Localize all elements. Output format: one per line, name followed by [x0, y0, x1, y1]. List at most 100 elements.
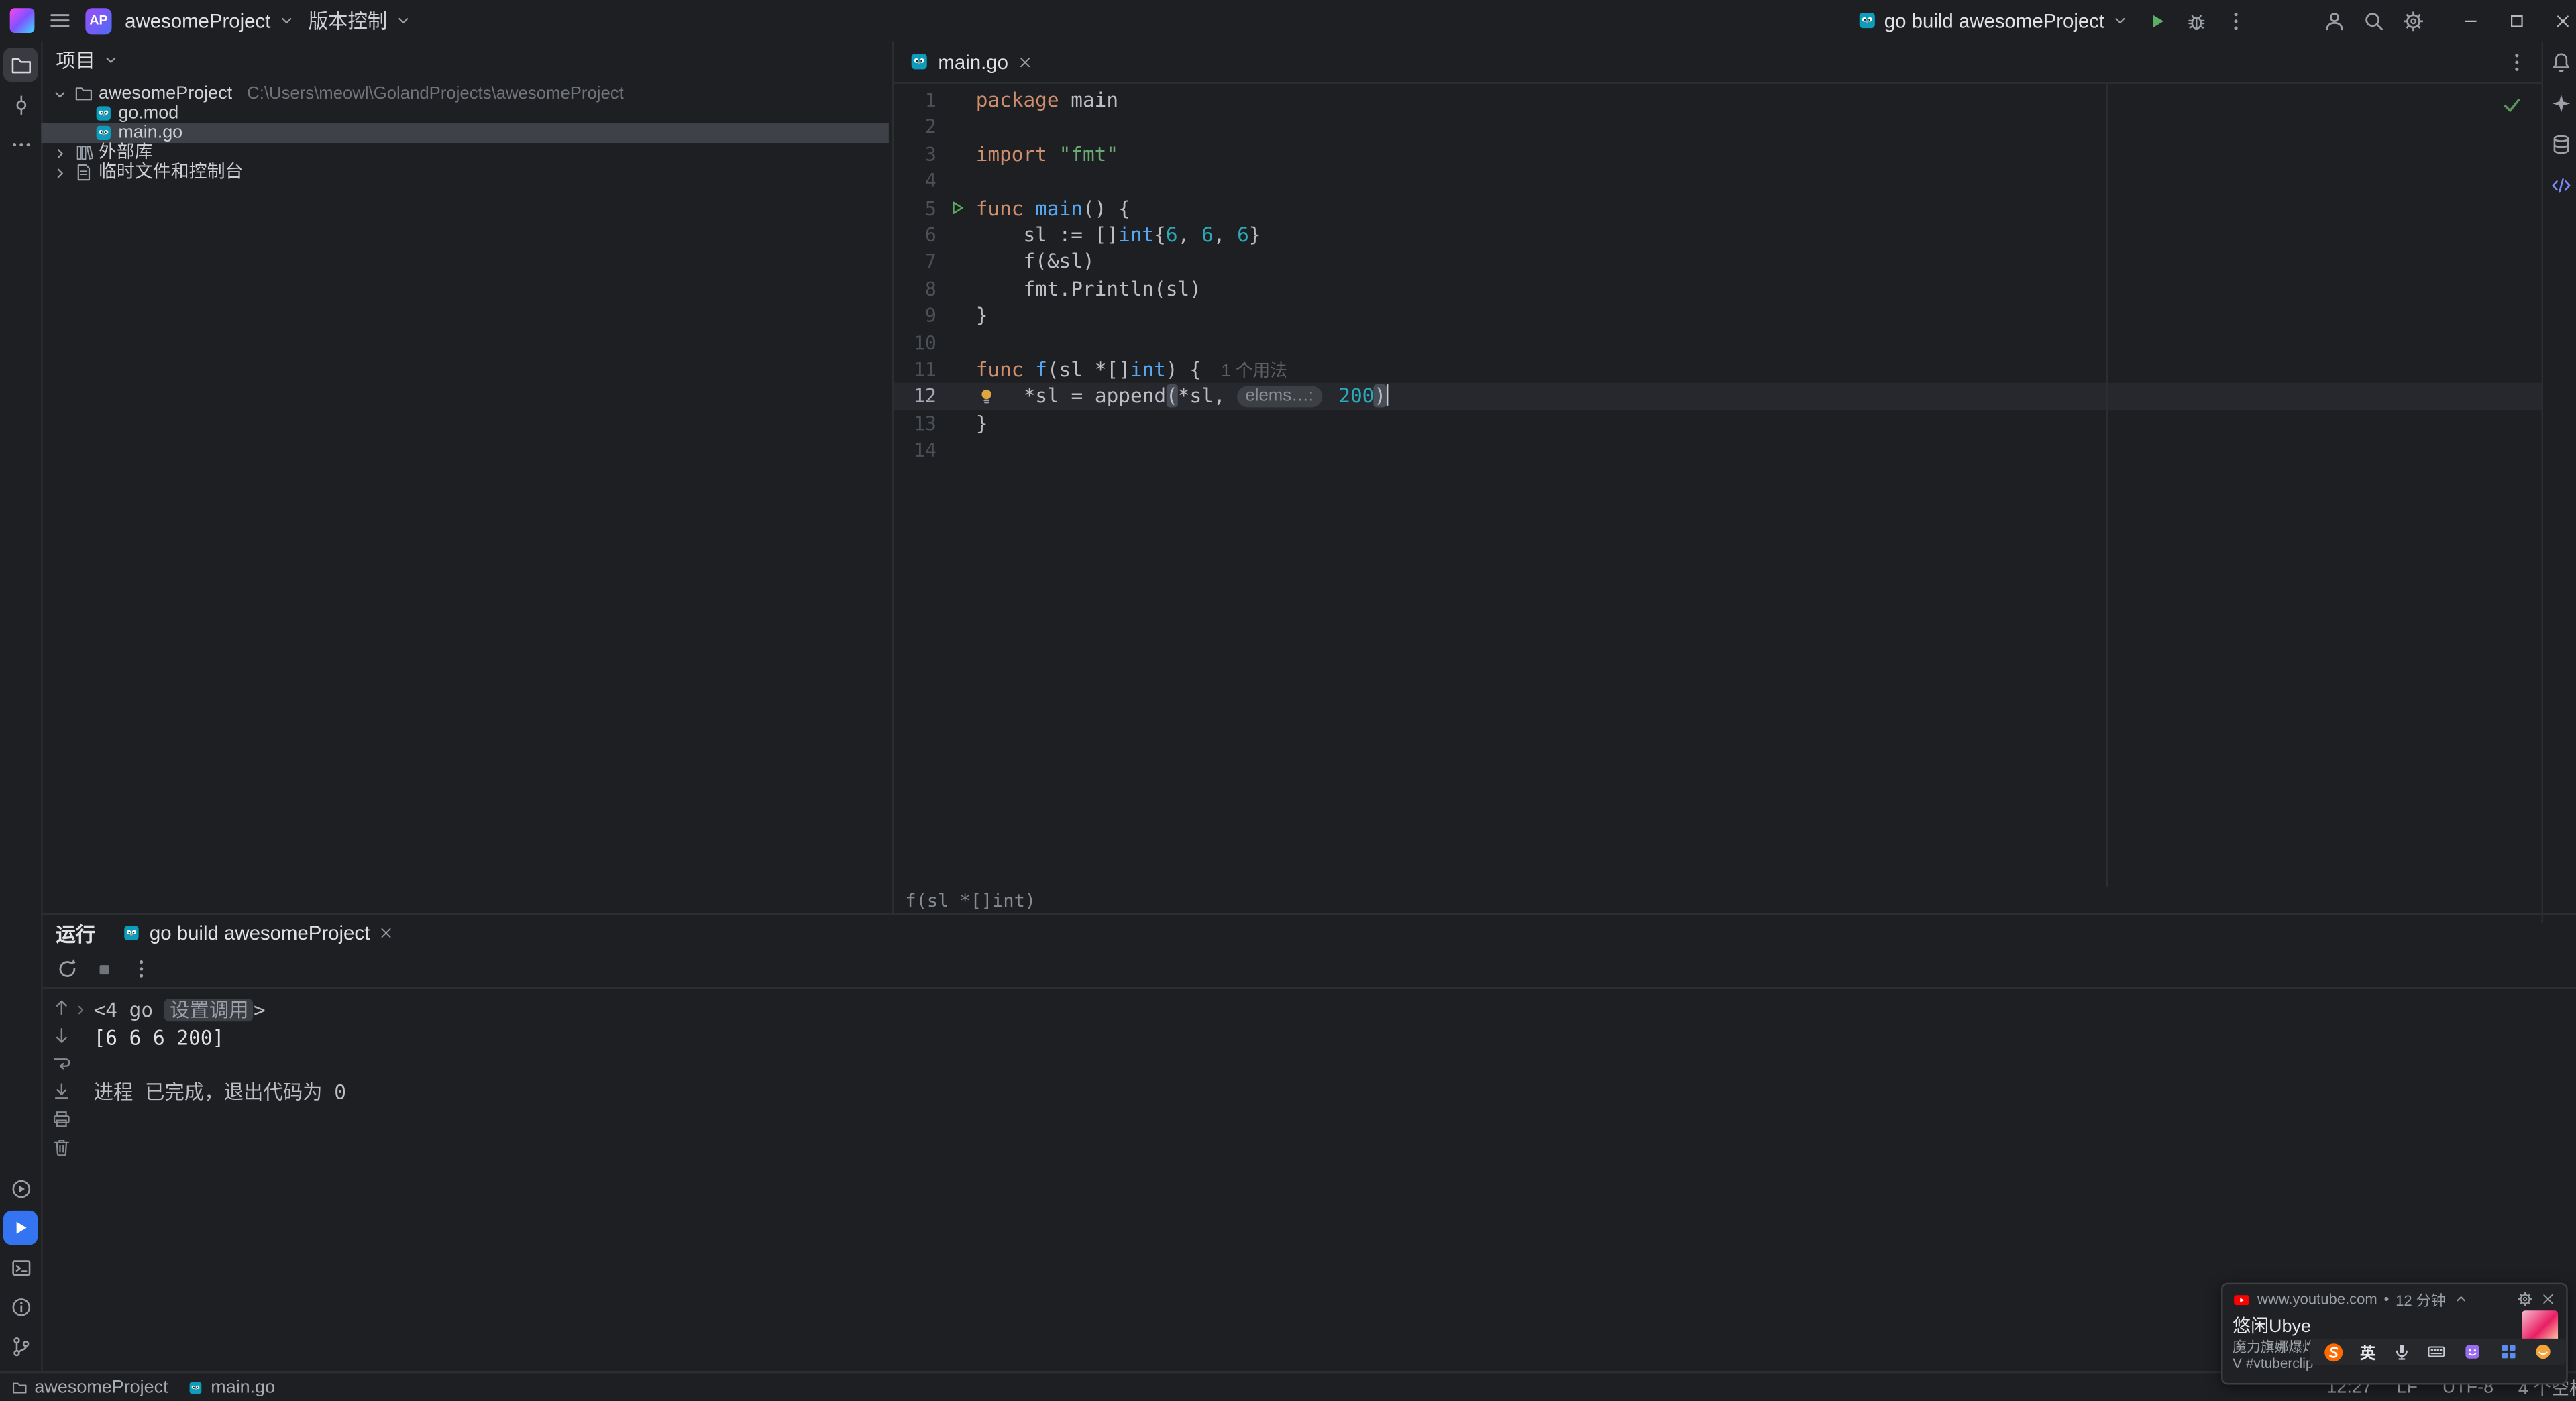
status-file-widget[interactable]: main.go [188, 1377, 275, 1397]
run-tab-close-icon[interactable] [378, 925, 394, 941]
notifications-bell-icon[interactable] [2549, 51, 2572, 74]
line-number[interactable]: 1 [894, 87, 936, 114]
tab-options-icon[interactable] [2506, 50, 2528, 73]
console-fold-icon[interactable] [72, 1002, 89, 1018]
arrow-up-icon[interactable] [51, 997, 72, 1019]
debug-button[interactable] [2185, 9, 2208, 32]
project-tree-item[interactable]: 临时文件和控制台 [41, 162, 889, 182]
arrow-down-icon[interactable] [51, 1025, 72, 1046]
line-number[interactable]: 13 [894, 410, 936, 437]
more-actions-button[interactable] [2224, 9, 2247, 32]
inspections-ok-icon[interactable] [2500, 94, 2523, 117]
code-line[interactable]: 2 [894, 114, 2543, 141]
line-number[interactable]: 9 [894, 302, 936, 329]
code-line[interactable]: 6 sl := []int{6, 6, 6} [894, 221, 2543, 248]
user-button[interactable] [2323, 9, 2346, 32]
services-tool-button[interactable] [3, 1171, 38, 1205]
run-config-selector[interactable]: go build awesomeProject [1856, 9, 2129, 32]
code-editor[interactable]: 1 package main 2 3 import "fmt" 4 5 func main()… [894, 83, 2544, 887]
maximize-button[interactable] [2494, 0, 2540, 41]
notification-close-icon[interactable] [2540, 1291, 2556, 1307]
run-line-icon[interactable] [947, 199, 965, 217]
vcs-menu[interactable]: 版本控制 [309, 0, 412, 41]
project-tree-item[interactable]: awesomeProject C:\Users\meowl\GolandProje… [41, 84, 889, 103]
code-line[interactable]: 13} [894, 410, 2543, 437]
keyboard-icon[interactable] [2427, 1342, 2447, 1361]
line-number[interactable]: 5 [894, 194, 936, 221]
close-button[interactable] [2540, 0, 2576, 41]
console-fold-chip[interactable]: 设置调用 [164, 998, 254, 1022]
run-tool-button[interactable] [3, 1210, 38, 1245]
console-line: <4 go 设置调用 > [94, 997, 2576, 1024]
emoji-icon[interactable] [2463, 1342, 2482, 1361]
tab-close-icon[interactable] [1016, 54, 1032, 70]
code-line[interactable]: 5 func main() { [894, 194, 2543, 221]
status-project-widget[interactable]: awesomeProject [11, 1377, 168, 1397]
line-number[interactable]: 8 [894, 276, 936, 302]
commit-tool-button[interactable] [3, 87, 38, 121]
main-menu-icon[interactable] [48, 8, 72, 33]
code-line[interactable]: 4 [894, 168, 2543, 194]
clear-console-icon[interactable] [51, 1137, 72, 1158]
project-avatar-label: AP [89, 13, 108, 28]
line-number[interactable]: 3 [894, 141, 936, 168]
line-number[interactable]: 6 [894, 221, 936, 248]
code-line[interactable]: 12 *sl = append(*sl, elems…: 200) [894, 383, 2544, 410]
code-line[interactable]: 14 [894, 437, 2543, 464]
code-line[interactable]: 10 [894, 329, 2543, 356]
project-tree-item[interactable]: go.mod [41, 103, 889, 123]
skin-icon[interactable] [2534, 1342, 2553, 1361]
code-line[interactable]: 7 f(&sl) [894, 249, 2543, 276]
run-button[interactable] [2145, 9, 2168, 32]
project-tree-item[interactable]: main.go [41, 123, 889, 144]
project-avatar[interactable]: AP [85, 7, 112, 34]
line-number[interactable]: 2 [894, 114, 936, 141]
code-line[interactable]: 1 package main [894, 87, 2543, 114]
documentation-icon[interactable] [2549, 174, 2572, 197]
console-output[interactable]: <4 go 设置调用 > [6 6 6 200] 进程 已完成，退出代码为 0 [41, 989, 2576, 1375]
mic-icon[interactable] [2392, 1342, 2411, 1361]
ime-language-toggle[interactable]: 英 [2360, 1340, 2375, 1363]
print-icon[interactable] [51, 1109, 72, 1130]
more-tools-button[interactable] [3, 127, 38, 161]
search-everywhere-button[interactable] [2363, 9, 2385, 32]
line-number[interactable]: 7 [894, 249, 936, 276]
project-tree-item[interactable]: 外部库 [41, 143, 889, 162]
collapse-chevron-icon[interactable] [2453, 1291, 2469, 1307]
tab-main-go[interactable]: main.go [894, 41, 1047, 82]
code-line[interactable]: 9} [894, 302, 2543, 329]
soft-wrap-icon[interactable] [51, 1053, 72, 1074]
browser-notification-popup[interactable]: www.youtube.com • 12 分钟 悠闲Ubye 魔力旗娜爆炸 | … [2221, 1282, 2568, 1385]
project-tool-button[interactable] [3, 48, 38, 82]
minimize-button[interactable] [2448, 0, 2494, 41]
project-panel-header[interactable]: 项目 [41, 41, 889, 77]
stop-button[interactable] [94, 958, 115, 980]
problems-tool-button[interactable] [3, 1289, 38, 1323]
line-number[interactable]: 14 [894, 437, 936, 464]
intention-bulb-icon[interactable] [976, 383, 1024, 410]
code-line[interactable]: 11 func f(sl *[]int) {1 个用法 [894, 356, 2543, 383]
scroll-to-end-icon[interactable] [51, 1080, 72, 1102]
line-number[interactable]: 4 [894, 168, 936, 194]
run-more-options-icon[interactable] [129, 958, 152, 980]
terminal-tool-button[interactable] [3, 1250, 38, 1284]
run-panel-header: 运行 go build awesomeProject [41, 915, 2576, 951]
line-number[interactable]: 11 [894, 356, 936, 383]
code-line[interactable]: 8 fmt.Println(sl) [894, 276, 2543, 302]
editor-breadcrumb[interactable]: f(sl *[]int) [894, 887, 2543, 913]
run-tab[interactable]: go build awesomeProject [121, 921, 394, 944]
line-number[interactable]: 12 [894, 383, 936, 410]
notification-settings-icon[interactable] [2517, 1291, 2533, 1307]
chevron-down-icon [394, 11, 412, 30]
settings-button[interactable] [2402, 9, 2424, 32]
usages-inlay-hint[interactable]: 1 个用法 [1221, 361, 1287, 381]
vcs-tool-button[interactable] [3, 1329, 38, 1363]
line-number[interactable]: 10 [894, 329, 936, 356]
rerun-button[interactable] [56, 958, 78, 980]
ai-assistant-icon[interactable] [2549, 92, 2572, 115]
database-icon[interactable] [2549, 133, 2572, 156]
code-line[interactable]: 3 import "fmt" [894, 141, 2543, 168]
toolbox-icon[interactable] [2498, 1342, 2518, 1361]
sogou-icon[interactable] [2322, 1341, 2344, 1363]
project-menu[interactable]: awesomeProject [125, 0, 295, 41]
